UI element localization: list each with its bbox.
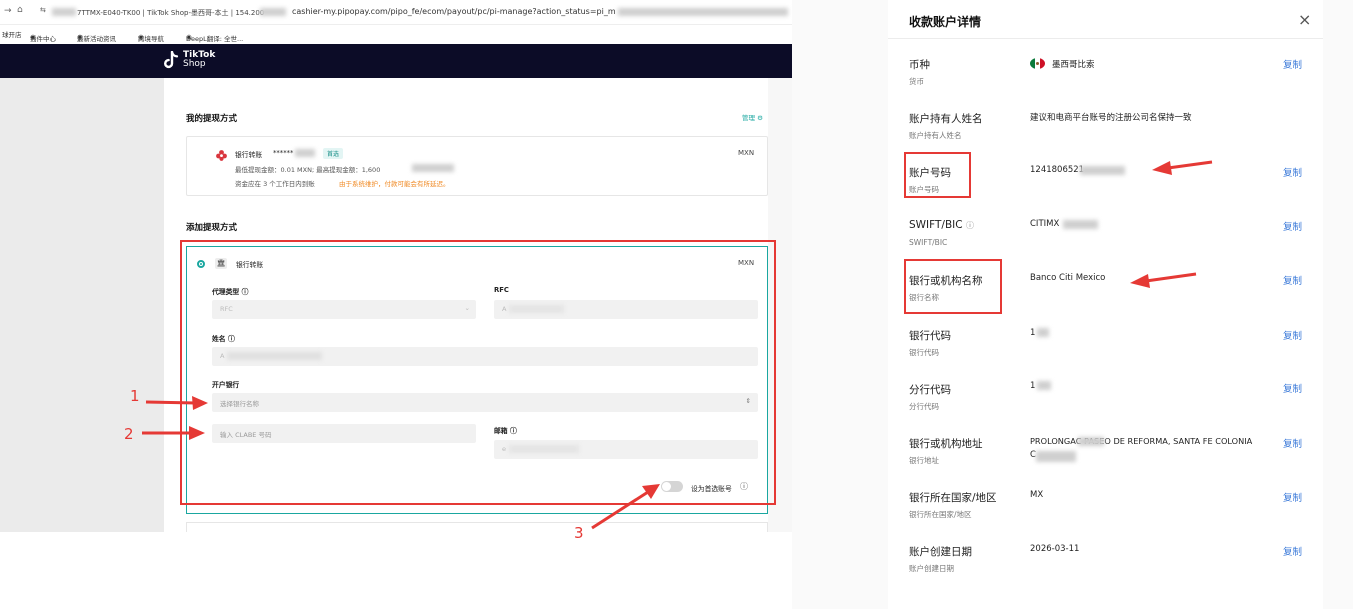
annotation-arrow-3 [591,484,660,530]
redacted-address-line2 [1036,451,1076,462]
row-label: 账户创建日期 [909,546,972,558]
panel-divider [888,38,1323,39]
copy-button[interactable]: 复制 [1283,436,1302,450]
annotation-arrows [142,396,660,530]
row-value: PROLONGAC PASEO DE REFORMA, SANTA FE COL… [1030,436,1253,446]
row-value: 建议和电商平台账号的注册公司名保持一致 [1030,113,1192,123]
annotation-arrow-1 [145,396,208,410]
row-value: 1 [1030,328,1036,338]
redacted-address-part [1078,437,1104,446]
close-icon[interactable]: × [1298,10,1311,29]
row-value: MX [1030,490,1044,500]
row-sublabel: 银行所在国家/地区 [909,510,972,519]
annotation-arrow-2 [142,426,205,440]
copy-button[interactable]: 复制 [1283,381,1302,395]
copy-button[interactable]: 复制 [1283,544,1302,558]
copy-button[interactable]: 复制 [1283,165,1302,179]
row-value: 2026-03-11 [1030,544,1080,554]
row-sublabel: 银行地址 [909,456,939,465]
panel-title: 收款账户详情 [909,15,982,29]
annotation-arrow-bank-name [1130,272,1197,288]
row-value: Banco Citi Mexico [1030,273,1106,283]
row-label: 银行或机构地址 [909,438,983,450]
row-label: 银行所在国家/地区 [909,492,997,504]
annotation-arrows-right [1130,160,1213,288]
row-label: 银行代码 [909,330,951,342]
copy-button[interactable]: 复制 [1283,328,1302,342]
mexico-flag-icon [1030,58,1045,69]
row-label: 分行代码 [909,384,951,396]
row-sublabel: 账户创建日期 [909,564,954,573]
row-sublabel: 银行代码 [909,348,939,357]
row-label: 账户持有人姓名 [909,113,983,125]
row-value: 1241806521 [1030,165,1085,175]
row-label: 币种 [909,59,930,71]
redacted-swift-suffix [1063,220,1098,229]
row-label: SWIFT/BIC ⓘ [909,219,974,231]
redacted-bank-code [1037,328,1049,337]
copy-button[interactable]: 复制 [1283,273,1302,287]
annotation-arrow-account-number [1152,160,1213,175]
copy-button[interactable]: 复制 [1283,490,1302,504]
annotation-red-box [904,259,1002,314]
row-value: CITIMX [1030,219,1060,229]
redacted-branch-code [1037,381,1051,390]
info-icon: ⓘ [965,221,974,230]
row-value: 1 [1030,381,1036,391]
annotation-red-box [904,152,971,198]
row-sublabel: SWIFT/BIC [909,238,948,247]
row-value: 墨西哥比索 [1052,60,1095,70]
row-sublabel: 账户持有人姓名 [909,131,962,140]
row-sublabel: 分行代码 [909,402,939,411]
copy-button[interactable]: 复制 [1283,57,1302,71]
copy-button[interactable]: 复制 [1283,219,1302,233]
row-sublabel: 货币 [909,77,924,86]
screenshot-stage: → ⌂ ⇆ 7TTMX-E040-TK00 | TikTok Shop-墨西哥-… [0,0,1353,609]
